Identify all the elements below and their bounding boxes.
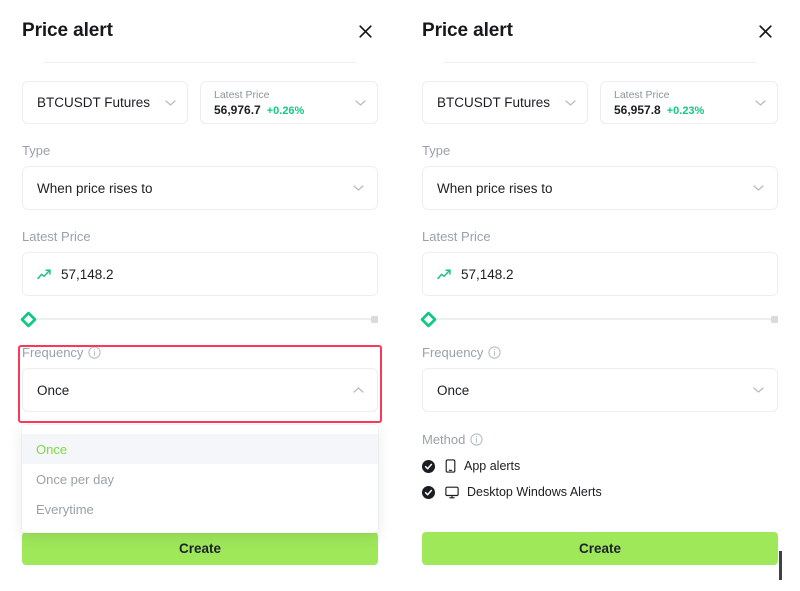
- page-title: Price alert: [22, 20, 113, 42]
- pair-select-left[interactable]: BTCUSDT Futures: [22, 81, 188, 124]
- chevron-down-icon: [165, 99, 176, 106]
- screenshot-root: Price alert BTCUSDT Futures Latest Price: [0, 0, 800, 591]
- frequency-dropdown-list[interactable]: Once Once per day Everytime: [22, 425, 378, 533]
- price-input-left[interactable]: 57,148.2: [22, 252, 378, 296]
- type-select-value: When price rises to: [437, 181, 553, 196]
- method-item-app-alerts[interactable]: App alerts: [422, 459, 778, 473]
- info-circle-icon[interactable]: [470, 433, 483, 446]
- frequency-select-value: Once: [37, 383, 69, 398]
- frequency-select-left[interactable]: Once: [22, 368, 378, 412]
- price-slider-left[interactable]: [22, 312, 378, 326]
- frequency-select-value: Once: [437, 383, 469, 398]
- price-source-change: +0.26%: [267, 103, 305, 119]
- price-field-label: Latest Price: [22, 229, 378, 244]
- frequency-label-text: Frequency: [22, 345, 83, 360]
- price-source-caption: Latest Price: [614, 88, 777, 102]
- price-source-value: 56,957.8: [614, 102, 661, 118]
- selector-row-left: BTCUSDT Futures Latest Price 56,976.7 +0…: [22, 81, 378, 124]
- method-label-text: Method: [422, 432, 465, 447]
- chevron-up-icon: [353, 387, 364, 394]
- method-item-label: App alerts: [464, 459, 520, 473]
- frequency-option-everytime[interactable]: Everytime: [22, 494, 378, 524]
- type-select-right[interactable]: When price rises to: [422, 166, 778, 210]
- chevron-down-icon: [355, 99, 366, 106]
- slider-handle[interactable]: [20, 311, 37, 328]
- monitor-icon: [445, 486, 459, 499]
- price-source-value: 56,976.7: [214, 102, 261, 118]
- chevron-down-icon: [755, 99, 766, 106]
- slider-end-marker: [771, 316, 778, 323]
- price-alert-dialog-right: Price alert BTCUSDT Futures Latest Price: [400, 0, 800, 591]
- price-slider-right[interactable]: [422, 312, 778, 326]
- price-source-caption: Latest Price: [214, 88, 377, 102]
- dialog-header-left: Price alert: [22, 0, 378, 62]
- type-select-left[interactable]: When price rises to: [22, 166, 378, 210]
- check-circle-icon[interactable]: [422, 486, 435, 499]
- type-field-group-right: Type When price rises to: [422, 143, 778, 210]
- price-field-group-left: Latest Price 57,148.2: [22, 229, 378, 296]
- header-divider: [444, 62, 756, 63]
- create-button-right[interactable]: Create: [422, 532, 778, 565]
- pair-select-label: BTCUSDT Futures: [37, 95, 150, 110]
- check-circle-icon[interactable]: [422, 460, 435, 473]
- pair-select-right[interactable]: BTCUSDT Futures: [422, 81, 588, 124]
- frequency-option-once-per-day[interactable]: Once per day: [22, 464, 378, 494]
- frequency-field-group-left: Frequency Once: [22, 345, 378, 412]
- type-select-value: When price rises to: [37, 181, 153, 196]
- method-label: Method: [422, 432, 778, 447]
- page-title: Price alert: [422, 20, 513, 42]
- slider-handle[interactable]: [420, 311, 437, 328]
- price-alert-dialog-left: Price alert BTCUSDT Futures Latest Price: [0, 0, 400, 591]
- slider-track: [428, 318, 774, 320]
- chevron-down-icon: [353, 185, 364, 192]
- info-circle-icon[interactable]: [488, 346, 501, 359]
- chevron-down-icon: [753, 387, 764, 394]
- frequency-option-once[interactable]: Once: [22, 434, 378, 464]
- price-input-value: 57,148.2: [461, 267, 514, 282]
- header-divider: [44, 62, 356, 63]
- close-icon[interactable]: [352, 18, 378, 44]
- frequency-label-text: Frequency: [422, 345, 483, 360]
- method-item-desktop-alerts[interactable]: Desktop Windows Alerts: [422, 485, 778, 499]
- chevron-down-icon: [753, 185, 764, 192]
- slider-track: [28, 318, 374, 320]
- method-section: Method: [422, 432, 778, 499]
- chevron-down-icon: [565, 99, 576, 106]
- price-source-select-left[interactable]: Latest Price 56,976.7 +0.26%: [200, 81, 378, 124]
- type-field-label: Type: [22, 143, 378, 158]
- price-field-label: Latest Price: [422, 229, 778, 244]
- price-source-change: +0.23%: [667, 103, 705, 119]
- price-input-right[interactable]: 57,148.2: [422, 252, 778, 296]
- frequency-field-group-right: Frequency Once: [422, 345, 778, 412]
- text-cursor-caret: [779, 551, 782, 580]
- type-field-label: Type: [422, 143, 778, 158]
- trending-up-icon: [37, 268, 52, 281]
- slider-end-marker: [371, 316, 378, 323]
- selector-row-right: BTCUSDT Futures Latest Price 56,957.8 +0…: [422, 81, 778, 124]
- type-field-group-left: Type When price rises to: [22, 143, 378, 210]
- trending-up-icon: [437, 268, 452, 281]
- info-circle-icon[interactable]: [88, 346, 101, 359]
- frequency-field-label: Frequency: [422, 345, 778, 360]
- method-item-label: Desktop Windows Alerts: [467, 485, 602, 499]
- dialog-header-right: Price alert: [422, 0, 778, 62]
- close-icon[interactable]: [752, 18, 778, 44]
- price-field-group-right: Latest Price 57,148.2: [422, 229, 778, 296]
- frequency-select-right[interactable]: Once: [422, 368, 778, 412]
- frequency-field-label: Frequency: [22, 345, 378, 360]
- price-source-select-right[interactable]: Latest Price 56,957.8 +0.23%: [600, 81, 778, 124]
- pair-select-label: BTCUSDT Futures: [437, 95, 550, 110]
- mobile-phone-icon: [445, 459, 456, 473]
- price-input-value: 57,148.2: [61, 267, 114, 282]
- create-button-left[interactable]: Create: [22, 532, 378, 565]
